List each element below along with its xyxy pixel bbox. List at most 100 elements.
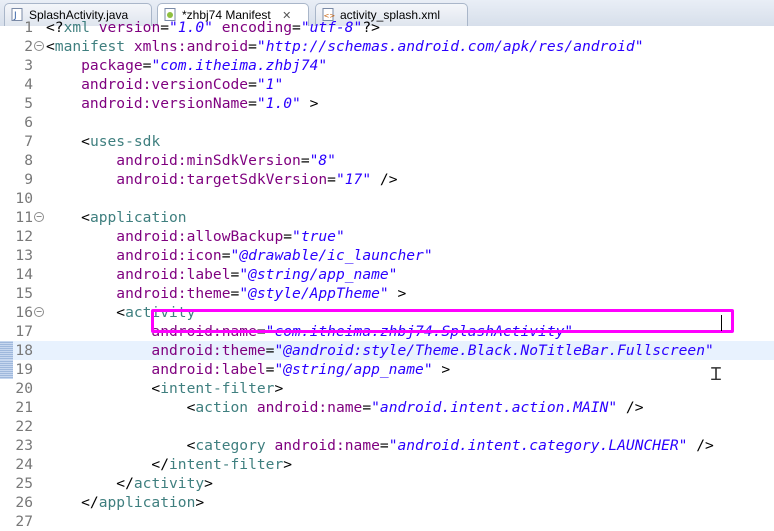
code-token-attr: android:icon [46, 247, 222, 264]
code-line[interactable]: 1 <?xml version="1.0" encoding="utf-8"?> [0, 18, 774, 37]
code-token-tag: intent-filter [160, 380, 275, 397]
code-line[interactable]: 8 android:minSdkVersion="8" [0, 151, 774, 170]
code-token-val: "@string/app_name" [239, 266, 398, 283]
code-token-punct: </ [46, 494, 99, 511]
code-token-punct: = [327, 171, 336, 188]
code-token-punct: < [46, 380, 161, 397]
code-token-punct: = [283, 228, 293, 245]
code-text: android:versionCode="1" [46, 75, 283, 94]
line-number: 13 [15, 247, 33, 264]
code-line[interactable]: 7 <uses-sdk [0, 132, 774, 151]
text-caret [721, 315, 722, 331]
line-number: 22 [15, 418, 33, 435]
code-token-attr: android:label [46, 361, 266, 378]
code-token-punct: > [195, 494, 205, 511]
code-token-punct: /> [371, 171, 398, 188]
code-text: <?xml version="1.0" encoding="utf-8"?> [46, 18, 380, 37]
line-number: 8 [24, 152, 33, 169]
code-line[interactable]: 18 android:theme="@android:style/Theme.B… [0, 341, 774, 360]
code-line[interactable]: 10 [0, 189, 774, 208]
line-number: 15 [15, 285, 33, 302]
code-line[interactable]: 15 android:theme="@style/AppTheme" > [0, 284, 774, 303]
code-token-punct: /> [687, 437, 714, 454]
line-number: 9 [24, 171, 33, 188]
code-text: android:allowBackup="true" [46, 227, 345, 246]
code-line[interactable]: 9 android:targetSdkVersion="17" /> [0, 170, 774, 189]
code-token-punct: = [248, 38, 257, 55]
code-text: android:label="@string/app_name" > [46, 360, 450, 379]
code-text: <manifest xmlns:android="http://schemas.… [46, 37, 644, 56]
code-text: package="com.itheima.zhbj74" [46, 56, 327, 75]
code-token-attr: encoding [212, 19, 293, 36]
code-line[interactable]: 20 <intent-filter> [0, 379, 774, 398]
code-token-attr: version [89, 19, 161, 36]
code-text: android:label="@string/app_name" [46, 265, 397, 284]
code-token-tag: application [98, 494, 196, 511]
code-line[interactable]: 11− <application [0, 208, 774, 227]
code-token-val: "true" [292, 228, 345, 245]
code-line[interactable]: 12 android:allowBackup="true" [0, 227, 774, 246]
code-token-punct: = [230, 285, 240, 302]
code-token-punct: < [46, 133, 90, 150]
code-token-val: "http://schemas.android.com/apk/res/andr… [256, 38, 644, 55]
code-text: android:theme="@android:style/Theme.Blac… [46, 341, 714, 360]
code-line[interactable]: 24 </intent-filter> [0, 455, 774, 474]
code-line[interactable]: 6 [0, 113, 774, 132]
fold-collapse-icon[interactable]: − [34, 212, 44, 222]
line-number: 24 [15, 456, 33, 473]
code-token-tag: xml [63, 19, 90, 36]
code-token-tag: manifest [54, 38, 126, 55]
code-line[interactable]: 23 <category android:name="android.inten… [0, 436, 774, 455]
code-token-val: "@string/app_name" [274, 361, 433, 378]
code-token-val: "@drawable/ic_launcher" [230, 247, 433, 264]
code-token-punct: = [221, 247, 231, 264]
code-text: android:icon="@drawable/ic_launcher" [46, 246, 433, 265]
code-token-punct: <? [46, 19, 64, 36]
line-number: 6 [24, 114, 33, 131]
line-number: 20 [15, 380, 33, 397]
line-number: 2 [24, 38, 33, 55]
line-number: 16 [15, 304, 33, 321]
fold-collapse-icon[interactable]: − [34, 41, 44, 51]
code-line[interactable]: 4 android:versionCode="1" [0, 75, 774, 94]
code-token-attr: android:allowBackup [46, 228, 284, 245]
code-token-tag: activity [133, 475, 205, 492]
code-line[interactable]: 25 </activity> [0, 474, 774, 493]
code-token-punct: = [300, 152, 310, 169]
code-line[interactable]: 19 android:label="@string/app_name" > [0, 360, 774, 379]
code-line[interactable]: 27 [0, 512, 774, 531]
code-line[interactable]: 21 <action android:name="android.intent.… [0, 398, 774, 417]
code-token-punct: = [230, 266, 240, 283]
code-line[interactable]: 26 </application> [0, 493, 774, 512]
code-token-punct: = [379, 437, 389, 454]
fold-collapse-icon[interactable]: − [34, 307, 44, 317]
code-token-punct: > [432, 361, 451, 378]
code-editor[interactable]: 1 <?xml version="1.0" encoding="utf-8"?> 2… [0, 19, 774, 531]
code-token-punct: < [46, 209, 90, 226]
code-token-attr: android:minSdkVersion [46, 152, 301, 169]
code-line[interactable]: 5 android:versionName="1.0" > [0, 94, 774, 113]
line-number: 12 [15, 228, 33, 245]
code-token-punct: < [46, 304, 126, 321]
code-token-val: "1.0" [169, 19, 213, 36]
code-token-tag: category [195, 437, 266, 454]
code-token-tag: uses-sdk [89, 133, 161, 150]
code-line[interactable]: 2− <manifest xmlns:android="http://schema… [0, 37, 774, 56]
code-token-attr: android:name [265, 437, 380, 454]
code-text: <action android:name="android.intent.act… [46, 398, 644, 417]
highlight-annotation-box [151, 309, 734, 333]
code-line[interactable]: 3 package="com.itheima.zhbj74" [0, 56, 774, 75]
code-text: <uses-sdk [46, 132, 160, 151]
code-token-tag: action [195, 399, 249, 416]
code-text: android:minSdkVersion="8" [46, 151, 336, 170]
code-token-attr: android:versionName [46, 95, 249, 112]
code-text: android:targetSdkVersion="17" /> [46, 170, 397, 189]
code-token-attr: android:label [46, 266, 231, 283]
code-line[interactable]: 14 android:label="@string/app_name" [0, 265, 774, 284]
code-token-punct: = [248, 95, 257, 112]
code-line[interactable]: 22 [0, 417, 774, 436]
code-token-val: "@android:style/Theme.Black.NoTitleBar.F… [274, 342, 714, 359]
code-text: android:theme="@style/AppTheme" > [46, 284, 406, 303]
code-line[interactable]: 13 android:icon="@drawable/ic_launcher" [0, 246, 774, 265]
code-token-punct: < [46, 399, 196, 416]
